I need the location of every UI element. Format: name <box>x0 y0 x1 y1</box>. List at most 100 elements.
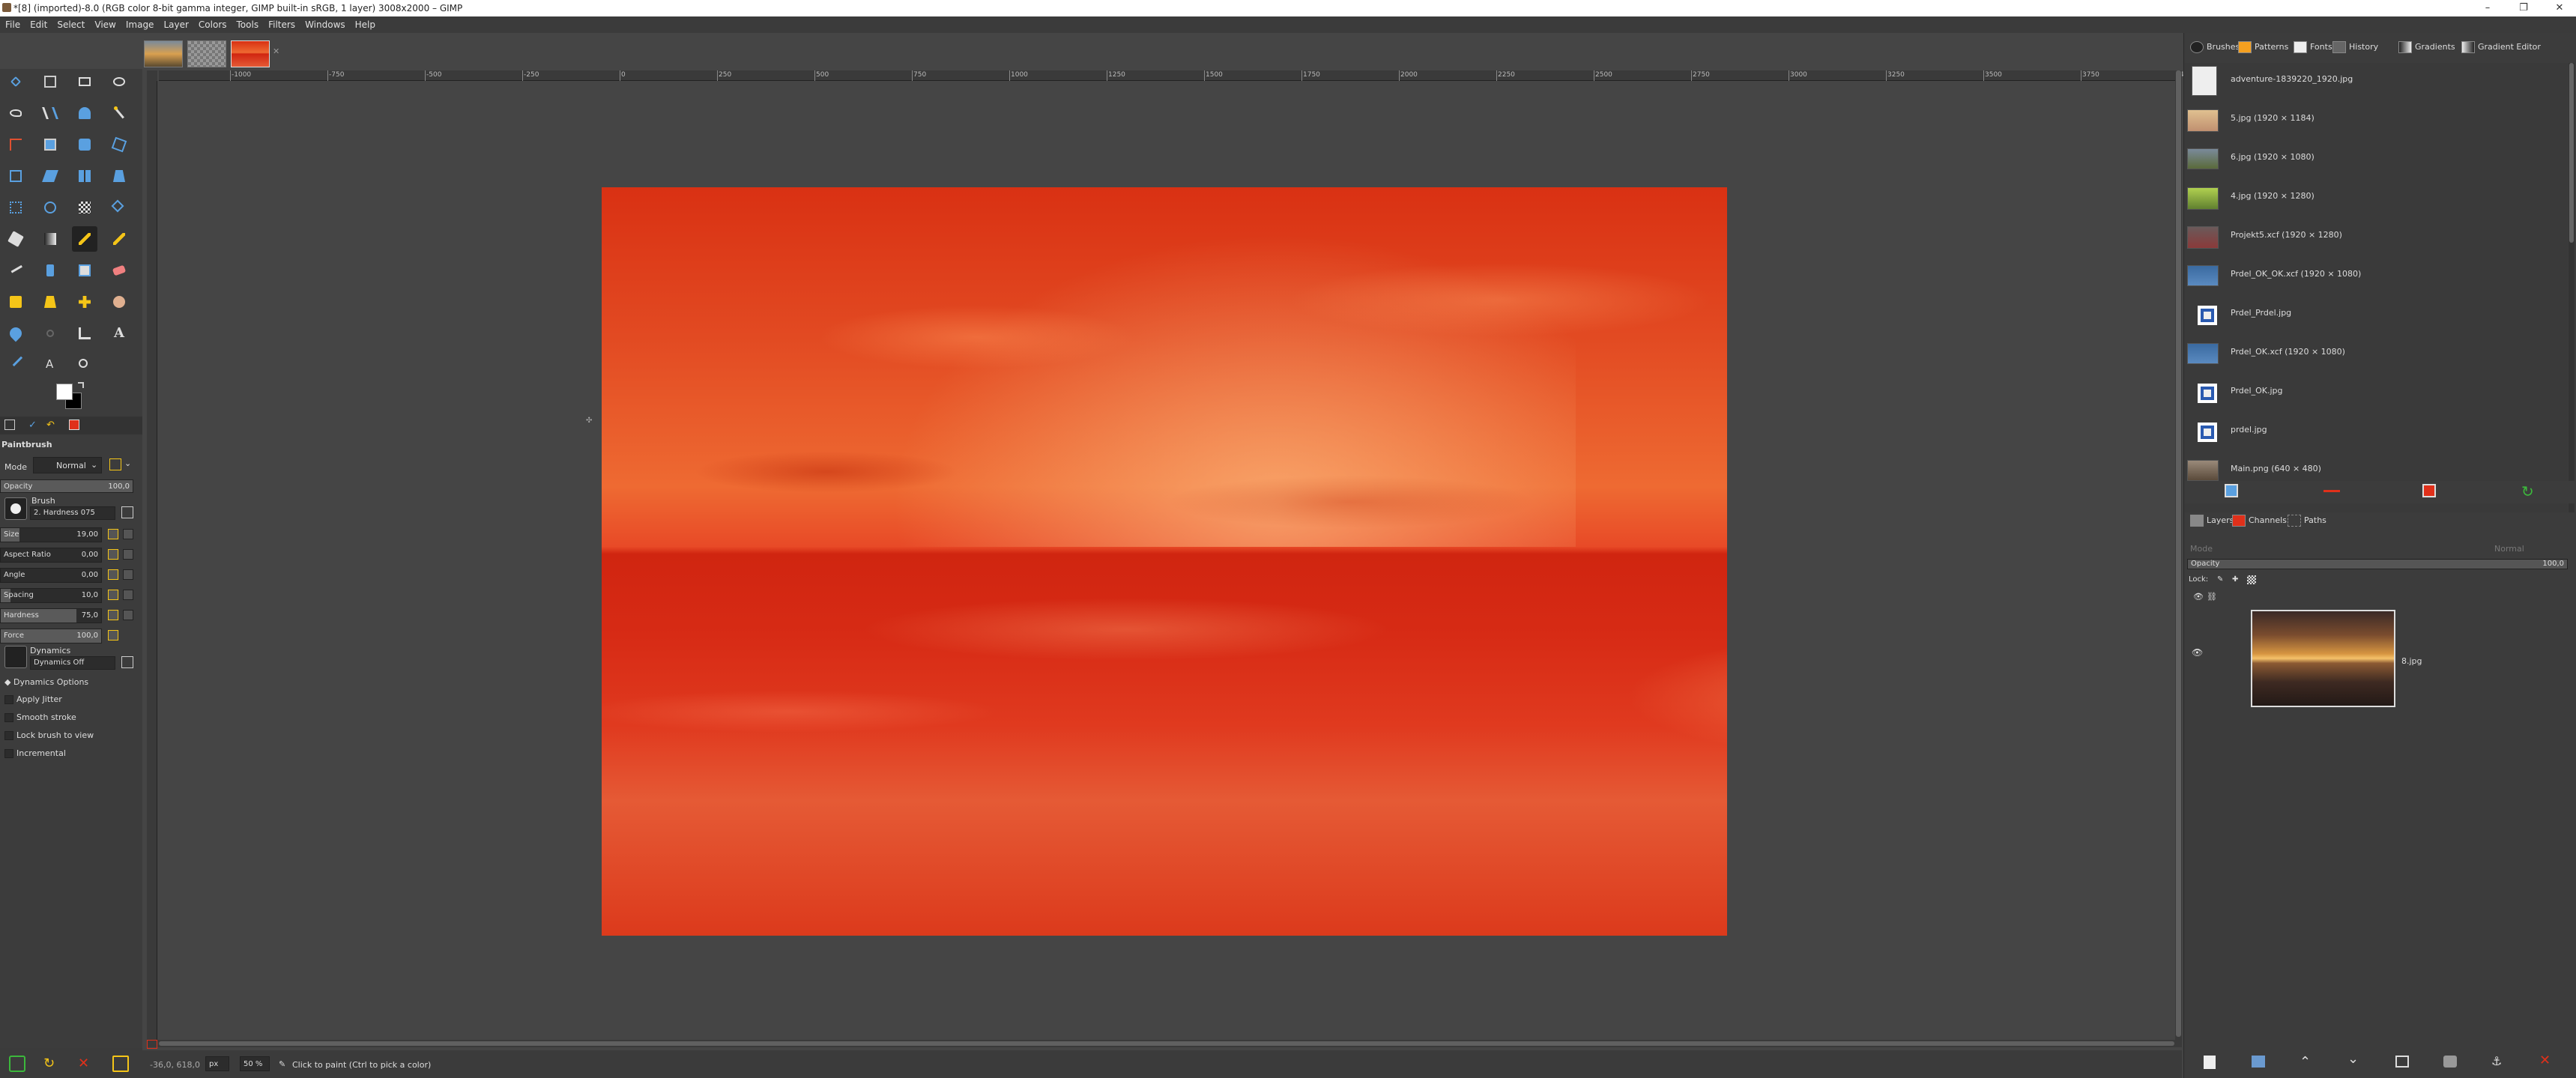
menu-view[interactable]: View <box>89 16 120 33</box>
mypaint-brush-icon[interactable] <box>72 258 97 283</box>
list-item[interactable]: 4.jpg (1920 × 1280) <box>2187 180 2562 216</box>
grid-icon[interactable] <box>72 195 97 220</box>
lock-position-icon[interactable]: ✚ <box>2232 575 2241 584</box>
foreground-select-icon[interactable] <box>72 100 97 126</box>
document-list-scrollbar[interactable] <box>2569 63 2575 512</box>
force-slider[interactable]: Force 100,0 <box>0 629 102 644</box>
lock-alpha-icon[interactable] <box>2247 575 2256 584</box>
menu-colors[interactable]: Colors <box>193 16 232 33</box>
clone-tool-icon[interactable] <box>3 289 28 315</box>
force-reset-icon[interactable] <box>108 630 118 641</box>
new-layer-group-icon[interactable] <box>2252 1056 2265 1068</box>
tab-paths[interactable]: Paths <box>2285 512 2329 529</box>
3d-transform-icon[interactable] <box>37 195 63 220</box>
list-item[interactable]: 5.jpg (1920 × 1184) <box>2187 102 2562 138</box>
save-options-icon[interactable] <box>9 1056 25 1072</box>
vertical-ruler[interactable] <box>147 81 157 1047</box>
tab-fonts[interactable]: Fonts <box>2291 39 2335 55</box>
scale-tool-icon[interactable] <box>3 163 28 189</box>
horizontal-ruler[interactable]: -1000 -750 -500 -250 0 250 500 750 1000 1250 1500 1… <box>159 70 2197 81</box>
menu-select[interactable]: Select <box>52 16 89 33</box>
flip-tool-icon[interactable] <box>72 163 97 189</box>
maximize-button[interactable]: ❐ <box>2509 1 2539 16</box>
foreground-color-swatch[interactable] <box>56 384 73 400</box>
unified-transform-icon[interactable] <box>37 132 63 157</box>
reset-options-icon[interactable] <box>112 1056 129 1072</box>
minimize-button[interactable]: – <box>2473 1 2503 16</box>
heal-tool-icon[interactable] <box>72 289 97 315</box>
swap-colors-icon[interactable] <box>78 382 84 388</box>
apply-jitter-checkbox[interactable] <box>4 695 13 704</box>
list-item[interactable]: Prdel_OK.xcf (1920 × 1080) <box>2187 336 2562 372</box>
unit-select[interactable]: px <box>205 1056 229 1071</box>
dynamics-preview-icon[interactable] <box>4 646 27 668</box>
size-link-icon[interactable] <box>123 529 133 539</box>
color-picker-icon[interactable] <box>3 352 30 378</box>
angle-link-icon[interactable] <box>123 569 133 580</box>
bucket-fill-icon[interactable] <box>3 226 28 252</box>
smooth-stroke-checkbox[interactable] <box>4 713 13 722</box>
path-tool-icon[interactable] <box>106 195 132 220</box>
shear-tool-icon[interactable] <box>37 163 63 189</box>
text-tool-icon[interactable]: A <box>106 321 132 346</box>
horizontal-scrollbar[interactable] <box>147 1040 2182 1047</box>
spacing-link-icon[interactable] <box>123 590 133 600</box>
list-item[interactable]: Prdel_Prdel.jpg <box>2187 297 2562 333</box>
clear-history-icon[interactable] <box>2422 484 2436 497</box>
crop-tool-icon[interactable] <box>3 132 28 157</box>
open-image-icon[interactable] <box>2225 484 2238 497</box>
perspective-clone-icon[interactable] <box>37 289 63 315</box>
new-layer-icon[interactable] <box>2204 1056 2216 1069</box>
layer-name[interactable]: 8.jpg <box>2401 656 2422 666</box>
images-tab-icon[interactable] <box>69 420 79 430</box>
image-tab-sunset[interactable] <box>144 40 183 67</box>
device-status-tab-icon[interactable]: ✓ <box>28 420 39 431</box>
free-select-icon[interactable] <box>3 100 28 126</box>
mode-menu-icon[interactable]: ⌄ <box>124 458 136 470</box>
brush-edit-icon[interactable] <box>121 506 133 518</box>
layers-mode-value[interactable]: Normal <box>2494 544 2524 554</box>
gradient-tool-icon[interactable] <box>37 226 63 252</box>
hardness-link-icon[interactable] <box>123 610 133 620</box>
menu-tools[interactable]: Tools <box>232 16 264 33</box>
list-item[interactable]: Prdel_OK.jpg <box>2187 375 2562 411</box>
hardness-slider[interactable]: Hardness 75,0 <box>0 608 102 623</box>
handle-transform-icon[interactable] <box>106 132 132 157</box>
rect-select-icon[interactable] <box>72 69 97 94</box>
quick-mask-toggle-icon[interactable] <box>147 1040 157 1049</box>
ellipse-select-icon[interactable] <box>106 69 132 94</box>
layers-opacity-slider[interactable]: Opacity 100,0 <box>2187 559 2568 569</box>
menu-file[interactable]: File <box>0 16 25 33</box>
close-button[interactable]: ✕ <box>2545 1 2575 16</box>
measure-tool-icon[interactable] <box>72 321 97 346</box>
ink-tool-icon[interactable] <box>37 258 63 283</box>
layer-thumbnail[interactable] <box>2251 610 2395 707</box>
tab-channels[interactable]: Channels <box>2229 512 2290 529</box>
vertical-scroll-thumb[interactable] <box>2176 70 2181 1037</box>
aspect-ratio-slider[interactable]: Aspect Ratio 0,00 <box>0 548 102 563</box>
size-slider[interactable]: Size 19,00 <box>0 527 102 542</box>
spacing-slider[interactable]: Spacing 10,0 <box>0 588 102 603</box>
brush-preview-icon[interactable] <box>4 497 27 520</box>
zoom-select[interactable]: 50 % <box>240 1056 270 1071</box>
menu-edit[interactable]: Edit <box>25 16 52 33</box>
hardness-reset-icon[interactable] <box>108 610 118 620</box>
size-reset-icon[interactable] <box>108 529 118 539</box>
menu-image[interactable]: Image <box>121 16 159 33</box>
cage-transform-icon[interactable] <box>3 195 28 220</box>
eraser-tool-icon[interactable] <box>106 258 132 283</box>
list-item[interactable]: adventure-1839220_1920.jpg <box>2187 63 2562 99</box>
paintbrush-tool-icon[interactable] <box>72 226 97 252</box>
ruler-corner[interactable] <box>147 70 157 81</box>
incremental-checkbox[interactable] <box>4 749 13 758</box>
vertical-scrollbar[interactable] <box>2175 70 2182 1041</box>
lock-brush-checkbox[interactable] <box>4 731 13 740</box>
image-tab-transparent[interactable] <box>187 40 226 67</box>
close-tab-icon[interactable]: ✕ <box>273 46 282 56</box>
move-tool-icon[interactable] <box>3 69 28 94</box>
list-item[interactable]: prdel.jpg <box>2187 414 2562 449</box>
menu-windows[interactable]: Windows <box>300 16 350 33</box>
zoom-tool-icon[interactable] <box>72 352 97 378</box>
scissors-select-icon[interactable] <box>37 100 63 126</box>
tab-history[interactable]: History <box>2329 39 2381 55</box>
